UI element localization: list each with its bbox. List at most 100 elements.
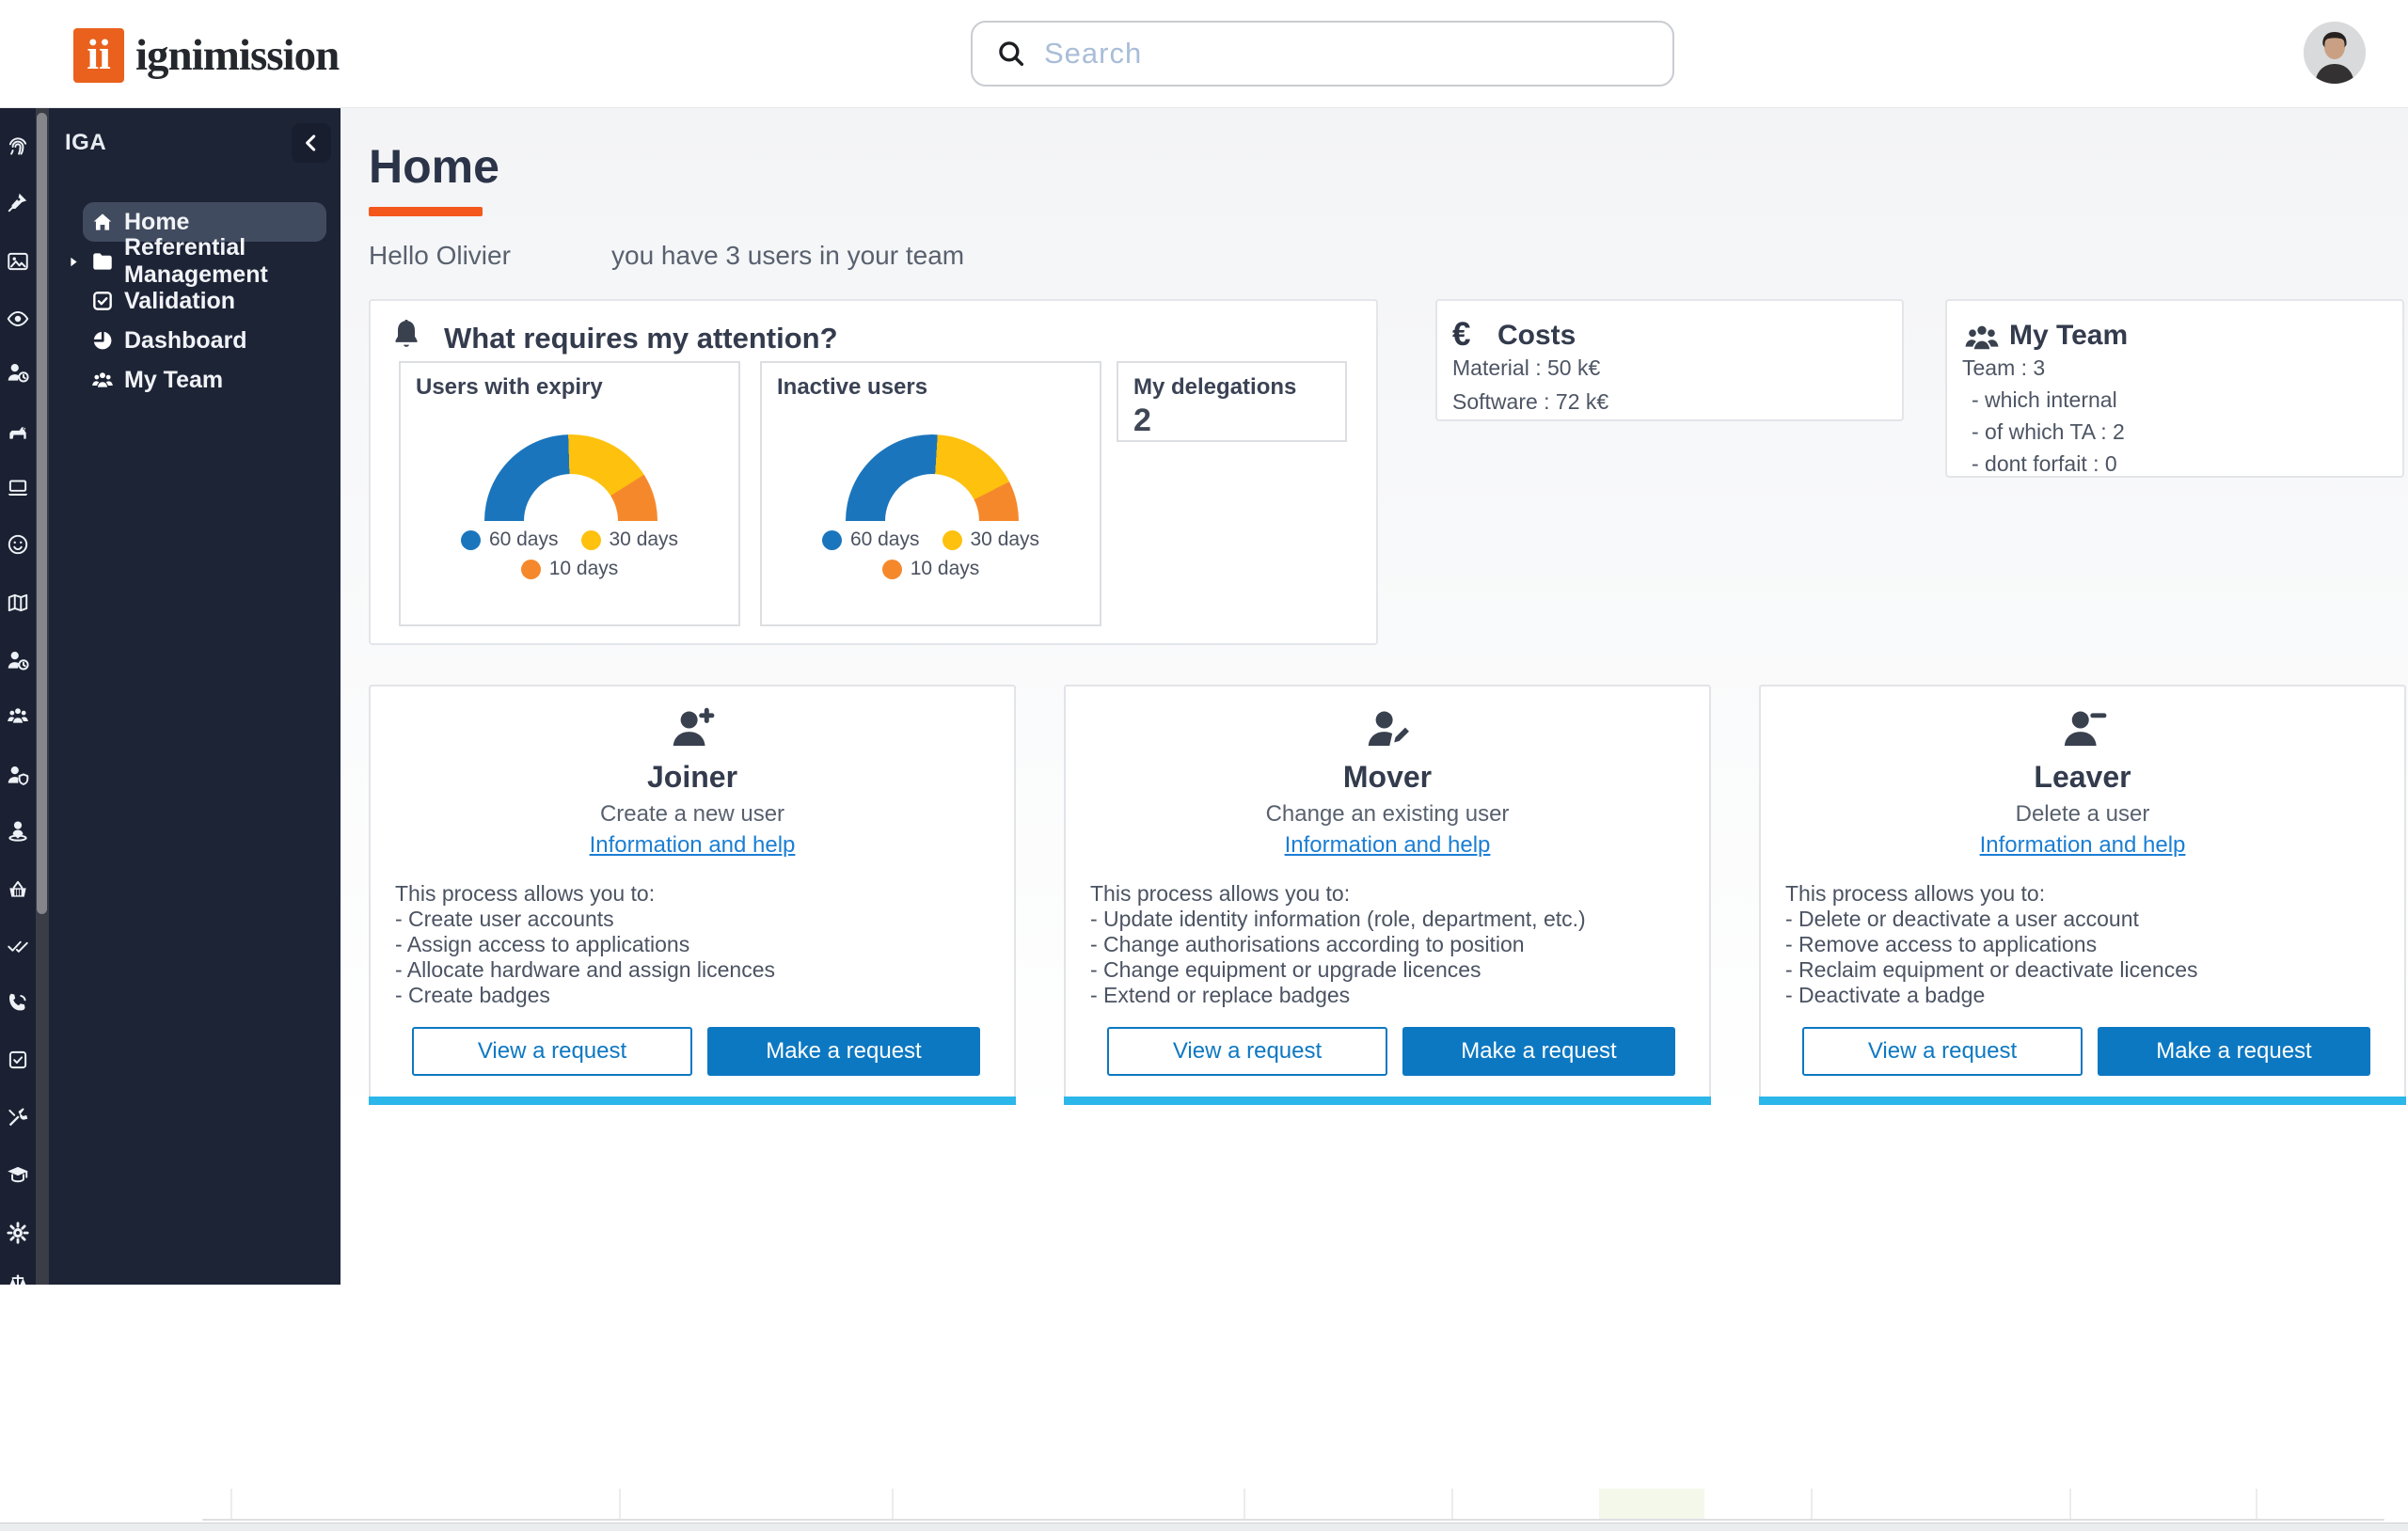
phone-icon[interactable] <box>6 990 30 1015</box>
process-bullet: - Deactivate a badge <box>1785 983 1985 1008</box>
view-request-button[interactable]: View a request <box>1107 1027 1387 1076</box>
sidebar-item-label: My Team <box>124 367 223 394</box>
sidebar-item-label: Dashboard <box>124 327 247 355</box>
process-bullet: - Reclaim equipment or deactivate licenc… <box>1785 957 2197 983</box>
caret-right-icon[interactable] <box>67 255 81 269</box>
team-icon[interactable] <box>6 703 30 728</box>
team-line: - of which TA : 2 <box>1972 419 2125 445</box>
user-plus-icon <box>667 703 718 754</box>
process-bullet: - Create user accounts <box>395 907 614 932</box>
search-input[interactable] <box>1042 36 1672 71</box>
process-subtitle: Delete a user <box>1761 801 2404 828</box>
checkbox-icon <box>90 289 115 313</box>
graduation-icon[interactable] <box>6 1162 30 1187</box>
brand-logo-text: ignimission <box>135 30 339 81</box>
sidebar-item-label: Validation <box>124 288 235 315</box>
page-title: Home <box>369 139 499 194</box>
joiner-card: Joiner Create a new user Information and h… <box>369 685 1016 1105</box>
legend-item: 10 days <box>521 558 619 580</box>
sidebar-item-my-team[interactable]: My Team <box>83 360 326 400</box>
sidebar-item-referential-management[interactable]: Referential Management <box>83 242 326 281</box>
chevron-left-icon <box>299 131 324 155</box>
card-accent-strip <box>1064 1097 1711 1105</box>
gauge-card-title: Inactive users <box>777 374 927 401</box>
view-request-button[interactable]: View a request <box>1802 1027 2083 1076</box>
sidebar-collapse-button[interactable] <box>292 123 331 163</box>
gear-icon[interactable] <box>6 1221 30 1245</box>
application-window: ii ignimission <box>0 0 2408 1531</box>
pen-icon[interactable] <box>6 190 30 214</box>
basket-icon[interactable] <box>6 877 30 902</box>
process-bullet: - Update identity information (role, dep… <box>1090 907 1586 932</box>
process-title: Mover <box>1066 760 1709 795</box>
make-request-button[interactable]: Make a request <box>1402 1027 1675 1076</box>
information-help-link[interactable]: Information and help <box>371 832 1014 859</box>
sidebar: IGA HomeReferential ManagementValidation… <box>0 107 341 1285</box>
module-label: IGA <box>65 130 106 156</box>
user-pin-icon[interactable] <box>6 818 30 843</box>
card-accent-strip <box>1759 1097 2406 1105</box>
rail-scrollbar-thumb[interactable] <box>37 113 47 914</box>
make-request-button[interactable]: Make a request <box>2098 1027 2370 1076</box>
make-request-button[interactable]: Make a request <box>707 1027 980 1076</box>
gauge-legend: 60 days 30 days 10 days <box>401 529 738 580</box>
costs-software-line: Software : 72 k€ <box>1452 389 1608 415</box>
scales-icon[interactable] <box>6 1271 30 1285</box>
image-icon[interactable] <box>6 249 30 274</box>
legend-item: 30 days <box>581 529 679 551</box>
information-help-link[interactable]: Information and help <box>1761 832 2404 859</box>
brand-logo-mark-text: ii <box>87 29 111 79</box>
user-shield-icon[interactable] <box>6 763 30 787</box>
app-rail <box>0 107 36 1285</box>
my-delegations-title: My delegations <box>1133 374 1296 401</box>
legend-item: 30 days <box>943 529 1040 551</box>
sidebar-item-dashboard[interactable]: Dashboard <box>83 321 326 360</box>
eye-icon[interactable] <box>6 307 30 331</box>
laptop-icon[interactable] <box>6 475 30 499</box>
leaver-card: LeaverDelete a userInformation and helpT… <box>1759 685 2406 1105</box>
user-clock-icon[interactable] <box>6 648 30 672</box>
brand-logo[interactable]: ii ignimission <box>73 28 339 83</box>
search-bar[interactable] <box>971 21 1674 87</box>
task-icon[interactable] <box>6 1048 30 1072</box>
view-request-button[interactable]: View a request <box>412 1027 692 1076</box>
information-help-link[interactable]: Information and help <box>1066 832 1709 859</box>
page-title-underline <box>369 207 483 216</box>
team-line: Team : 3 <box>1962 355 2045 381</box>
folder-icon <box>90 249 115 274</box>
process-subtitle: Create a new user <box>371 801 1014 828</box>
user-avatar[interactable] <box>2304 22 2366 84</box>
dog-icon[interactable] <box>6 419 30 444</box>
legend-item: 10 days <box>882 558 980 580</box>
sidebar-item-validation[interactable]: Validation <box>83 281 326 321</box>
user-clock-icon[interactable] <box>6 360 30 385</box>
users-with-expiry-gauge <box>484 434 657 521</box>
process-subtitle: Change an existing user <box>1066 801 1709 828</box>
process-title: Leaver <box>1761 760 2404 795</box>
team-line: - dont forfait : 0 <box>1972 451 2117 477</box>
smiley-icon[interactable] <box>6 532 30 557</box>
legend-item: 60 days <box>461 529 559 551</box>
double-check-icon[interactable] <box>6 933 30 957</box>
tools-icon[interactable] <box>6 1105 30 1129</box>
user-edit-icon <box>1362 703 1413 754</box>
team-line: - which internal <box>1972 387 2117 413</box>
costs-material-line: Material : 50 k€ <box>1452 355 1600 381</box>
users-with-expiry-card: Users with expiry 60 days 30 days 10 days <box>399 361 740 626</box>
bell-icon <box>388 316 425 354</box>
gauge-card-title: Users with expiry <box>416 374 603 401</box>
my-delegations-card: My delegations 2 <box>1117 361 1347 442</box>
search-icon <box>995 38 1027 70</box>
map-icon[interactable] <box>6 591 30 615</box>
brand-logo-mark: ii <box>73 28 124 83</box>
costs-title: Costs <box>1497 320 1576 352</box>
home-icon <box>90 210 115 234</box>
top-header: ii ignimission <box>0 0 2408 108</box>
process-title: Joiner <box>371 760 1014 795</box>
process-bullet: - Assign access to applications <box>395 932 689 957</box>
users-icon <box>1962 318 2002 357</box>
attention-card: What requires my attention? Users with e… <box>369 299 1378 645</box>
gauge-legend: 60 days30 days10 days <box>762 529 1100 580</box>
process-bullet: - Change authorisations according to pos… <box>1090 932 1525 957</box>
fingerprint-icon[interactable] <box>6 134 30 159</box>
